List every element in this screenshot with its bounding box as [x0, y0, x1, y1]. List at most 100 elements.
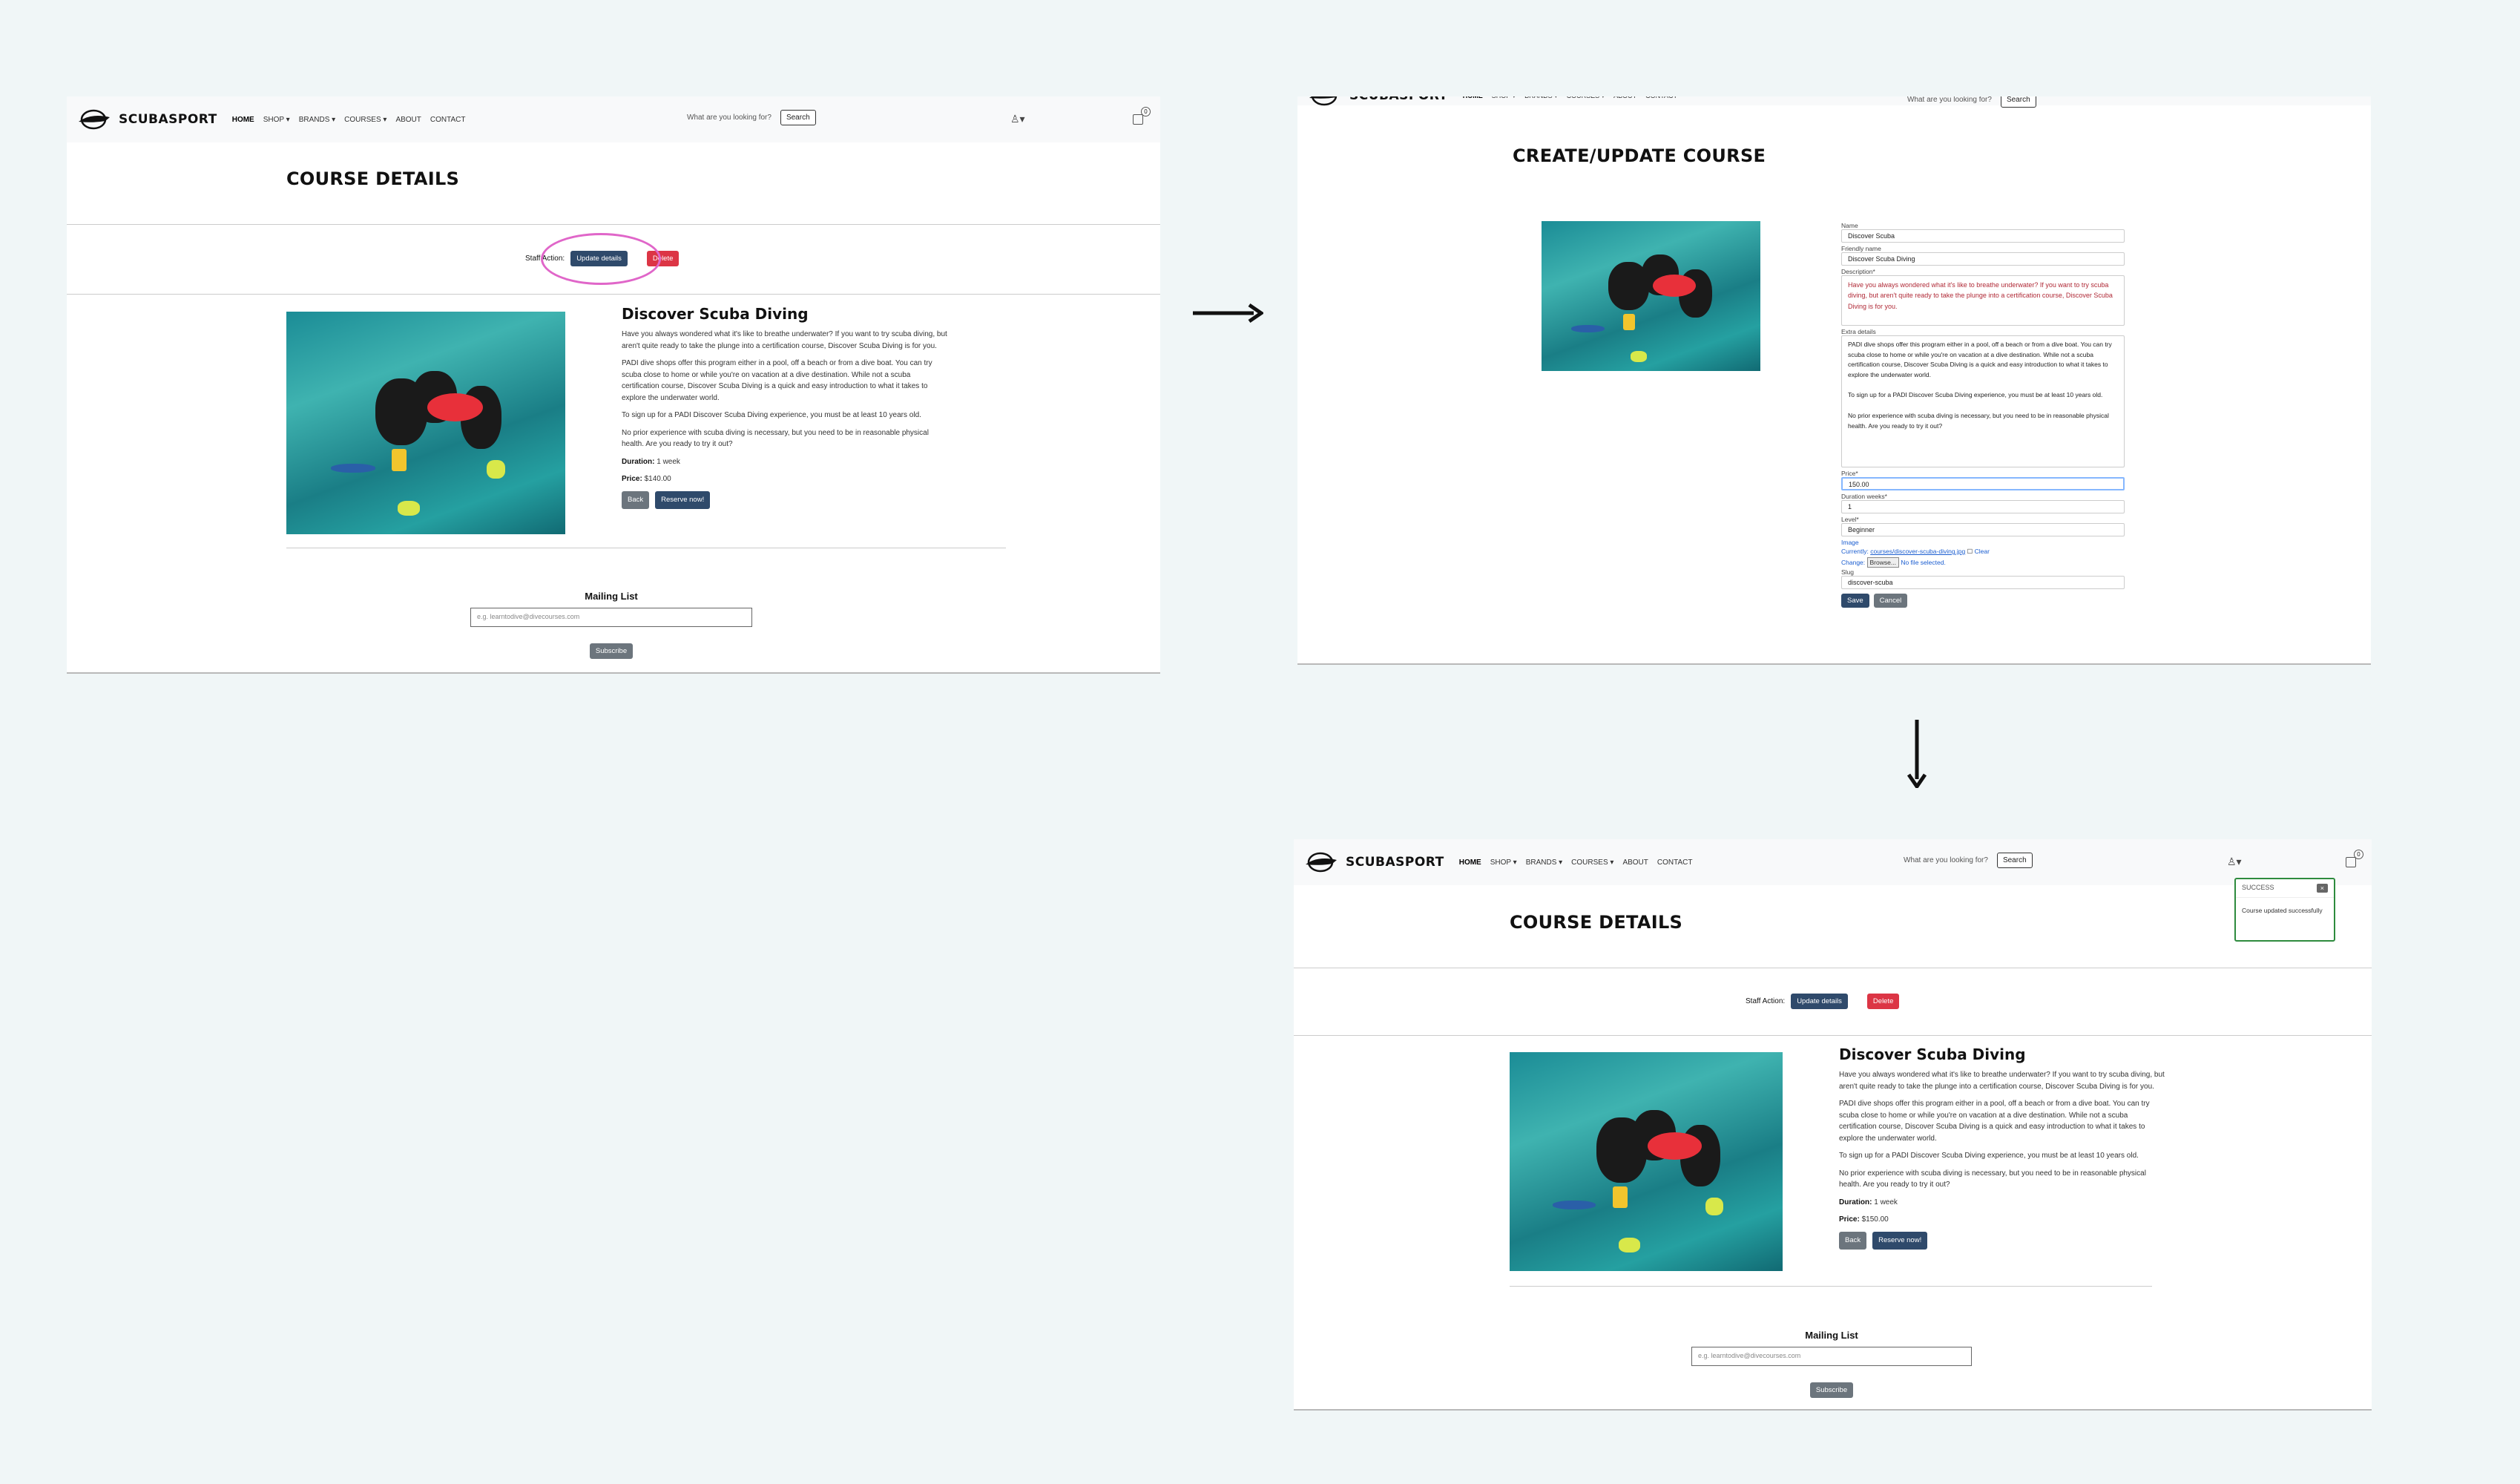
friendly-name-field[interactable]: Discover Scuba Diving: [1841, 252, 2125, 266]
mailing-list-title: Mailing List: [585, 591, 638, 602]
reserve-button[interactable]: Reserve now!: [655, 490, 711, 510]
divider: [67, 224, 1160, 225]
search-button[interactable]: Search: [1996, 853, 2033, 868]
brand-logo[interactable]: SCUBASPORT: [76, 107, 217, 132]
search-input[interactable]: What are you looking for?: [682, 110, 776, 125]
duration-field[interactable]: 1: [1841, 500, 2125, 513]
brand-name: SCUBASPORT: [1346, 855, 1444, 870]
extra-details-field[interactable]: PADI dive shops offer this program eithe…: [1841, 335, 2125, 467]
nav-shop[interactable]: SHOP ▾: [1492, 96, 1516, 100]
brand-logo[interactable]: SCUBASPORT: [1306, 96, 1448, 108]
nav-brands[interactable]: BRANDS ▾: [1524, 96, 1558, 100]
toast-message: Course updated successfully: [2242, 907, 2323, 914]
nav-courses[interactable]: COURSES ▾: [344, 116, 386, 124]
description-label: Description*: [1841, 268, 1875, 275]
image-change: Change: Browse... No file selected.: [1841, 557, 2125, 568]
save-button[interactable]: Save: [1841, 594, 1869, 608]
price-field[interactable]: 150.00: [1841, 477, 2125, 490]
reserve-button[interactable]: Reserve now!: [1872, 1231, 1928, 1250]
cart-icon[interactable]: [2346, 857, 2356, 867]
course-paragraph: No prior experience with scuba diving is…: [622, 428, 929, 449]
course-paragraph: To sign up for a PADI Discover Scuba Div…: [1839, 1152, 2139, 1160]
mailing-list: Mailing List e.g. learntodive@divecourse…: [470, 591, 752, 659]
nav-brands[interactable]: BRANDS ▾: [1526, 858, 1562, 867]
search-button[interactable]: Search: [2000, 96, 2036, 108]
email-field[interactable]: e.g. learntodive@divecourses.com: [470, 608, 752, 627]
current-image-link[interactable]: courses/discover-scuba-diving.jpg: [1870, 548, 1965, 555]
browse-button[interactable]: Browse...: [1866, 557, 1899, 568]
divider: [1294, 1035, 2372, 1036]
brand-name: SCUBASPORT: [119, 112, 217, 127]
nav-about[interactable]: ABOUT: [395, 116, 421, 124]
price-label: Price:: [1839, 1215, 1860, 1224]
description-field[interactable]: Have you always wondered what it's like …: [1841, 275, 2125, 326]
screenshot-course-details-before: SCUBASPORT HOME SHOP ▾ BRANDS ▾ COURSES …: [67, 96, 1160, 674]
subscribe-button[interactable]: Subscribe: [589, 643, 634, 659]
nav-contact[interactable]: CONTACT: [1657, 858, 1693, 867]
course-details: Discover Scuba Diving Have you always wo…: [622, 303, 948, 510]
nav-home[interactable]: HOME: [1459, 858, 1481, 867]
course-paragraph: To sign up for a PADI Discover Scuba Div…: [622, 411, 921, 419]
name-field[interactable]: Discover Scuba: [1841, 229, 2125, 243]
extra-details-paragraph: PADI dive shops offer this program eithe…: [1848, 341, 2112, 378]
page-title: COURSE DETAILS: [286, 168, 460, 189]
highlight-circle: [541, 233, 661, 285]
back-button[interactable]: Back: [1839, 1231, 1867, 1250]
duration-value: 1 week: [1874, 1198, 1898, 1206]
mailing-list-title: Mailing List: [1805, 1330, 1858, 1341]
price-value: $140.00: [644, 475, 671, 483]
duration-label: Duration:: [1839, 1198, 1872, 1206]
nav-contact[interactable]: CONTACT: [430, 116, 466, 124]
email-field[interactable]: e.g. learntodive@divecourses.com: [1691, 1347, 1972, 1366]
nav-about[interactable]: ABOUT: [1622, 858, 1648, 867]
search-input[interactable]: What are you looking for?: [1899, 853, 1993, 868]
duration-label: Duration:: [622, 457, 655, 466]
name-label: Name: [1841, 222, 1858, 229]
shark-logo-icon: [79, 109, 110, 130]
cancel-button[interactable]: Cancel: [1873, 594, 1908, 608]
toast-close-button[interactable]: ×: [2316, 884, 2328, 893]
nav-courses[interactable]: COURSES ▾: [1567, 96, 1605, 100]
subscribe-button[interactable]: Subscribe: [1809, 1382, 1854, 1398]
staff-actions: Staff Action: Update details Delete: [1746, 994, 1900, 1009]
user-account-icon[interactable]: ♙▾: [2227, 856, 2242, 868]
back-button[interactable]: Back: [622, 490, 650, 510]
extra-details-paragraph: To sign up for a PADI Discover Scuba Div…: [1848, 391, 2103, 399]
navbar: SCUBASPORT HOME SHOP ▾ BRANDS ▾ COURSES …: [1297, 96, 2371, 108]
nav-shop[interactable]: SHOP ▾: [263, 116, 290, 124]
user-account-icon[interactable]: ♙▾: [1010, 113, 1025, 125]
cart-icon[interactable]: [1133, 114, 1143, 125]
divider: [1510, 1286, 2152, 1287]
duration-value: 1 week: [657, 457, 680, 466]
course-paragraph: Have you always wondered what it's like …: [622, 330, 947, 350]
search-bar: What are you looking for? Search: [682, 110, 816, 125]
nav-courses[interactable]: COURSES ▾: [1571, 858, 1613, 867]
clear-label: Clear: [1974, 548, 1990, 555]
main-nav: HOME SHOP ▾ BRANDS ▾ COURSES ▾ ABOUT CON…: [1459, 858, 1693, 867]
delete-button[interactable]: Delete: [1866, 994, 1900, 1009]
main-nav: HOME SHOP ▾ BRANDS ▾ COURSES ▾ ABOUT CON…: [232, 116, 466, 124]
success-toast: SUCCESS × Course updated successfully: [2234, 878, 2335, 942]
nav-contact[interactable]: CONTACT: [1645, 96, 1677, 100]
price-label: Price:: [622, 475, 642, 483]
page-title: COURSE DETAILS: [1510, 912, 1683, 933]
update-details-button[interactable]: Update details: [1791, 994, 1848, 1009]
nav-shop[interactable]: SHOP ▾: [1490, 858, 1517, 867]
clear-checkbox[interactable]: ☐: [1967, 548, 1973, 555]
main-nav: HOME SHOP ▾ BRANDS ▾ COURSES ▾ ABOUT CON…: [1463, 96, 1677, 100]
search-button[interactable]: Search: [780, 110, 816, 125]
nav-home[interactable]: HOME: [1463, 96, 1483, 100]
level-select[interactable]: Beginner: [1841, 523, 2125, 536]
mailing-list: Mailing List e.g. learntodive@divecourse…: [1691, 1330, 1972, 1398]
nav-brands[interactable]: BRANDS ▾: [299, 116, 335, 124]
staff-action-label: Staff Action:: [1746, 997, 1786, 1005]
nav-home[interactable]: HOME: [232, 116, 254, 124]
toast-title: SUCCESS: [2242, 884, 2274, 891]
shark-logo-icon: [1309, 96, 1338, 106]
slug-field[interactable]: discover-scuba: [1841, 576, 2125, 589]
cart-count-badge: 0: [1141, 107, 1151, 116]
course-paragraph: No prior experience with scuba diving is…: [1839, 1169, 2146, 1189]
search-input[interactable]: What are you looking for?: [1903, 96, 1996, 108]
brand-logo[interactable]: SCUBASPORT: [1303, 850, 1444, 875]
nav-about[interactable]: ABOUT: [1613, 96, 1636, 100]
